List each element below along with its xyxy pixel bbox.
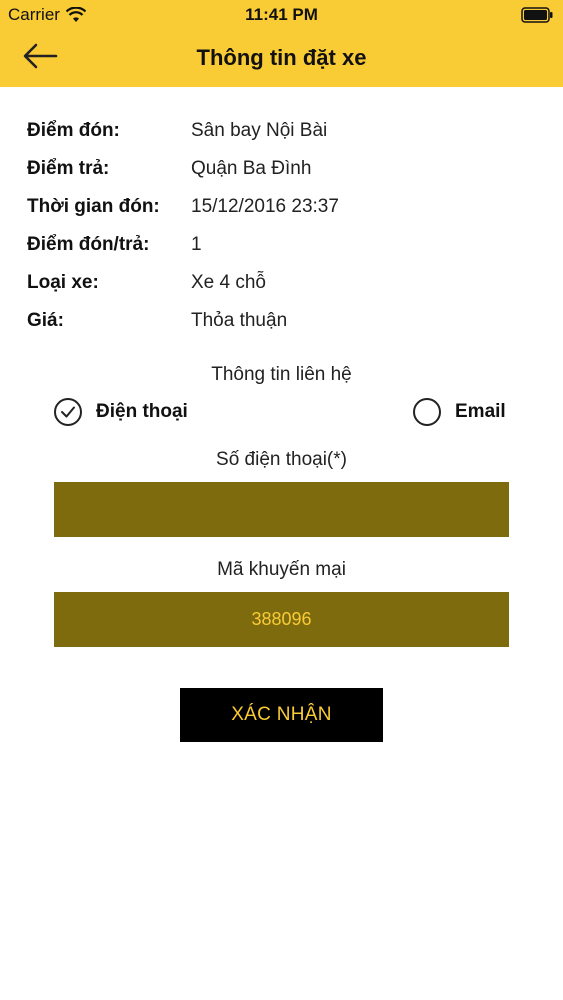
- detail-label: Giá:: [27, 310, 64, 331]
- contact-option-email[interactable]: Email: [413, 398, 506, 426]
- detail-value: 1: [191, 234, 202, 255]
- detail-value: 15/12/2016 23:37: [191, 196, 339, 217]
- detail-row-price: Giá: Thỏa thuận: [27, 302, 547, 340]
- detail-row-dropoff: Điểm trả: Quận Ba Đình: [27, 150, 547, 188]
- unchecked-circle-icon: [413, 398, 441, 426]
- detail-value: Sân bay Nội Bài: [191, 120, 328, 141]
- detail-value: Quận Ba Đình: [191, 158, 312, 179]
- promo-field-label: Mã khuyến mại: [217, 559, 346, 580]
- confirm-button[interactable]: XÁC NHẬN: [180, 688, 383, 742]
- contact-section-title: Thông tin liên hệ: [211, 364, 352, 385]
- detail-row-pickup-time: Thời gian đón: 15/12/2016 23:37: [27, 188, 547, 226]
- battery-icon: [521, 7, 553, 23]
- detail-label: Điểm đón:: [27, 120, 120, 141]
- detail-value: Thỏa thuận: [191, 310, 288, 331]
- detail-row-pickup: Điểm đón: Sân bay Nội Bài: [27, 112, 547, 150]
- status-time: 11:41 PM: [245, 5, 318, 24]
- detail-label: Thời gian đón:: [27, 196, 160, 217]
- detail-label: Điểm đón/trả:: [27, 234, 150, 255]
- phone-field-label: Số điện thoại(*): [216, 449, 347, 470]
- detail-label: Điểm trả:: [27, 158, 110, 179]
- contact-option-label: Điện thoại: [96, 401, 188, 422]
- checked-circle-icon: [54, 398, 82, 426]
- detail-value: Xe 4 chỗ: [191, 272, 266, 293]
- detail-row-vehicle: Loại xe: Xe 4 chỗ: [27, 264, 547, 302]
- contact-option-phone[interactable]: Điện thoại: [54, 398, 188, 426]
- booking-details: Điểm đón: Sân bay Nội Bài Điểm trả: Quận…: [27, 112, 547, 340]
- promo-code-input[interactable]: [54, 592, 509, 647]
- detail-row-stops: Điểm đón/trả: 1: [27, 226, 547, 264]
- nav-bar: Thông tin đặt xe: [0, 30, 563, 87]
- phone-input[interactable]: [54, 482, 509, 537]
- status-bar: Carrier 11:41 PM: [0, 0, 563, 30]
- header: Carrier 11:41 PM Thông tin đặt xe: [0, 0, 563, 87]
- page-title: Thông tin đặt xe: [196, 45, 367, 70]
- detail-label: Loại xe:: [27, 272, 99, 293]
- contact-option-label: Email: [455, 401, 506, 422]
